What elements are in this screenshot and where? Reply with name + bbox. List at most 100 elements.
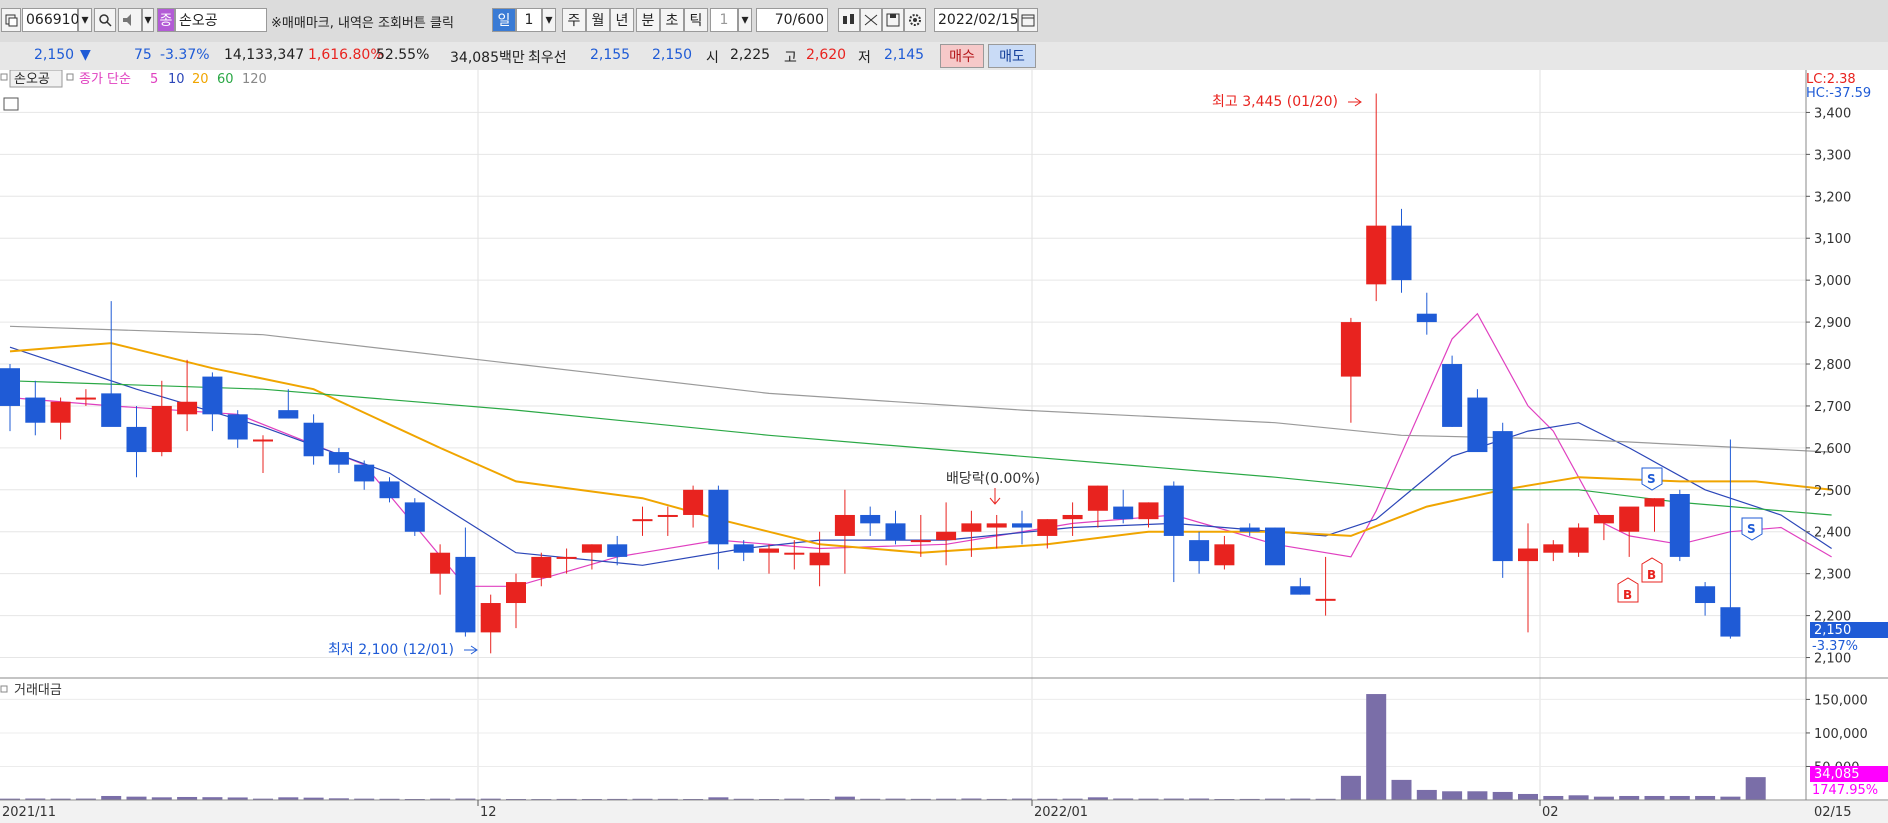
svg-text:B: B [1623, 588, 1632, 602]
candle-body [1366, 225, 1387, 285]
candle-body [1644, 498, 1665, 507]
volume-bar [1442, 791, 1463, 800]
tab-period-minute[interactable]: 분 [636, 8, 660, 32]
candle-body [759, 548, 779, 553]
legend-stock-name: 손오공 [14, 72, 50, 87]
volume-bar [1695, 795, 1716, 800]
period-num-input[interactable]: 1 [516, 8, 542, 32]
candle-body [1163, 485, 1184, 536]
candle-body [708, 489, 729, 545]
y-tick-label: 2,600 [1814, 442, 1851, 457]
data-count-input[interactable]: 70/600 [756, 8, 828, 32]
candle-body [1113, 506, 1134, 520]
candle-body [885, 523, 906, 541]
tab-period-week[interactable]: 주 [562, 8, 586, 32]
low-price: 2,145 [884, 47, 925, 63]
candle-body [1416, 313, 1437, 323]
stock-name-field[interactable]: 손오공 [175, 8, 267, 32]
candle-body [1492, 431, 1513, 562]
volume-bar [1543, 795, 1564, 800]
candle-body [632, 519, 653, 522]
sound-dropdown-icon[interactable]: ▾ [142, 8, 154, 32]
candle-body [1593, 514, 1614, 524]
tab-period-year[interactable]: 년 [610, 8, 634, 32]
code-dropdown-icon[interactable]: ▾ [78, 8, 92, 32]
volume-bar [1720, 796, 1741, 800]
sound-icon[interactable] [118, 8, 142, 32]
candle-body [1012, 523, 1032, 528]
gear-icon[interactable] [904, 8, 926, 32]
candle-body [1467, 397, 1488, 453]
candle-body [961, 523, 982, 532]
search-icon[interactable] [94, 8, 116, 32]
volume-bar [1518, 793, 1538, 800]
date-input[interactable]: 2022/02/15 [934, 8, 1019, 32]
volume-bar [1745, 777, 1766, 800]
erase-icon[interactable] [860, 8, 882, 32]
candle-body [1669, 494, 1690, 557]
volume-bar [126, 796, 147, 800]
candle-body [1695, 586, 1716, 604]
candle-body [581, 544, 602, 553]
volume-bar [101, 795, 122, 800]
volume-bar [1593, 796, 1614, 800]
sell-button[interactable]: 매도 [988, 44, 1036, 68]
candle-settings-icon[interactable] [838, 8, 860, 32]
candle-body [354, 464, 375, 482]
dividend-annotation: 배당락(0.00%) [946, 471, 1040, 487]
save-icon[interactable] [882, 8, 904, 32]
tab-period-day[interactable]: 일 [492, 8, 516, 32]
y-tick-label: 2,500 [1814, 484, 1851, 499]
volume-pane-label: 거래대금 [14, 683, 62, 698]
period-num-dropdown-icon[interactable]: ▾ [542, 8, 556, 32]
candle-body [379, 481, 400, 499]
legend-ma10: 10 [168, 72, 185, 87]
candle-body [177, 401, 198, 415]
trade-value: 34,085백만 [450, 50, 525, 66]
chart-toolbar: 066910 ▾ ▾ 종 손오공 ※매매마크, 내역은 조회버튼 클릭 일 1 … [0, 0, 1888, 43]
candle-body [1340, 322, 1361, 377]
high-label: 고 [784, 50, 797, 66]
candle-body [1619, 506, 1640, 532]
candle-body [227, 414, 248, 440]
candle-body [303, 422, 324, 457]
candle-body [278, 410, 299, 419]
current-price: 2,150 [34, 47, 75, 63]
price-chart[interactable]: 2,1002,2002,3002,4002,5002,6002,7002,800… [0, 70, 1888, 823]
best-bid: 2,150 [652, 47, 693, 63]
best-ask: 2,155 [590, 47, 631, 63]
unit-input[interactable]: 1 [710, 8, 738, 32]
tab-period-tick[interactable]: 틱 [684, 8, 708, 32]
candle-body [809, 552, 830, 566]
legend-ma20: 20 [192, 72, 209, 87]
candle-body [936, 531, 957, 541]
best-price-label: 최우선 [528, 50, 567, 66]
stock-code-input[interactable]: 066910 [22, 8, 79, 32]
candle-body [1543, 544, 1564, 553]
candle-body [1239, 527, 1260, 532]
candle-body [784, 552, 805, 555]
candle-body [1568, 527, 1589, 553]
unit-dropdown-icon[interactable]: ▾ [738, 8, 752, 32]
volume-bar [1644, 795, 1665, 800]
tab-period-second[interactable]: 초 [660, 8, 684, 32]
high-price: 2,620 [806, 47, 847, 63]
down-arrow-icon: ▼ [80, 47, 91, 63]
x-axis-band [0, 801, 1888, 823]
volume-bar [1568, 795, 1589, 800]
candle-body [430, 552, 451, 574]
candle-body [1442, 364, 1463, 427]
vol-y-tick-label: 150,000 [1814, 693, 1868, 708]
tab-period-month[interactable]: 월 [586, 8, 610, 32]
quote-bar: 2,150 ▼ 75 -3.37% 14,133,347 1,616.80% 5… [0, 42, 1888, 71]
stock-search-icon[interactable] [1, 8, 21, 32]
hc-label: HC:-37.59 [1806, 86, 1871, 101]
candle-body [1087, 485, 1108, 511]
candle-body [1037, 519, 1058, 536]
candle-body [1265, 527, 1285, 566]
low-annotation: 최저 2,100 (12/01) [328, 642, 454, 658]
legend-ma60: 60 [217, 72, 234, 87]
buy-button[interactable]: 매수 [940, 44, 984, 68]
calendar-icon[interactable] [1018, 8, 1038, 32]
y-tick-label: 2,400 [1814, 526, 1851, 541]
